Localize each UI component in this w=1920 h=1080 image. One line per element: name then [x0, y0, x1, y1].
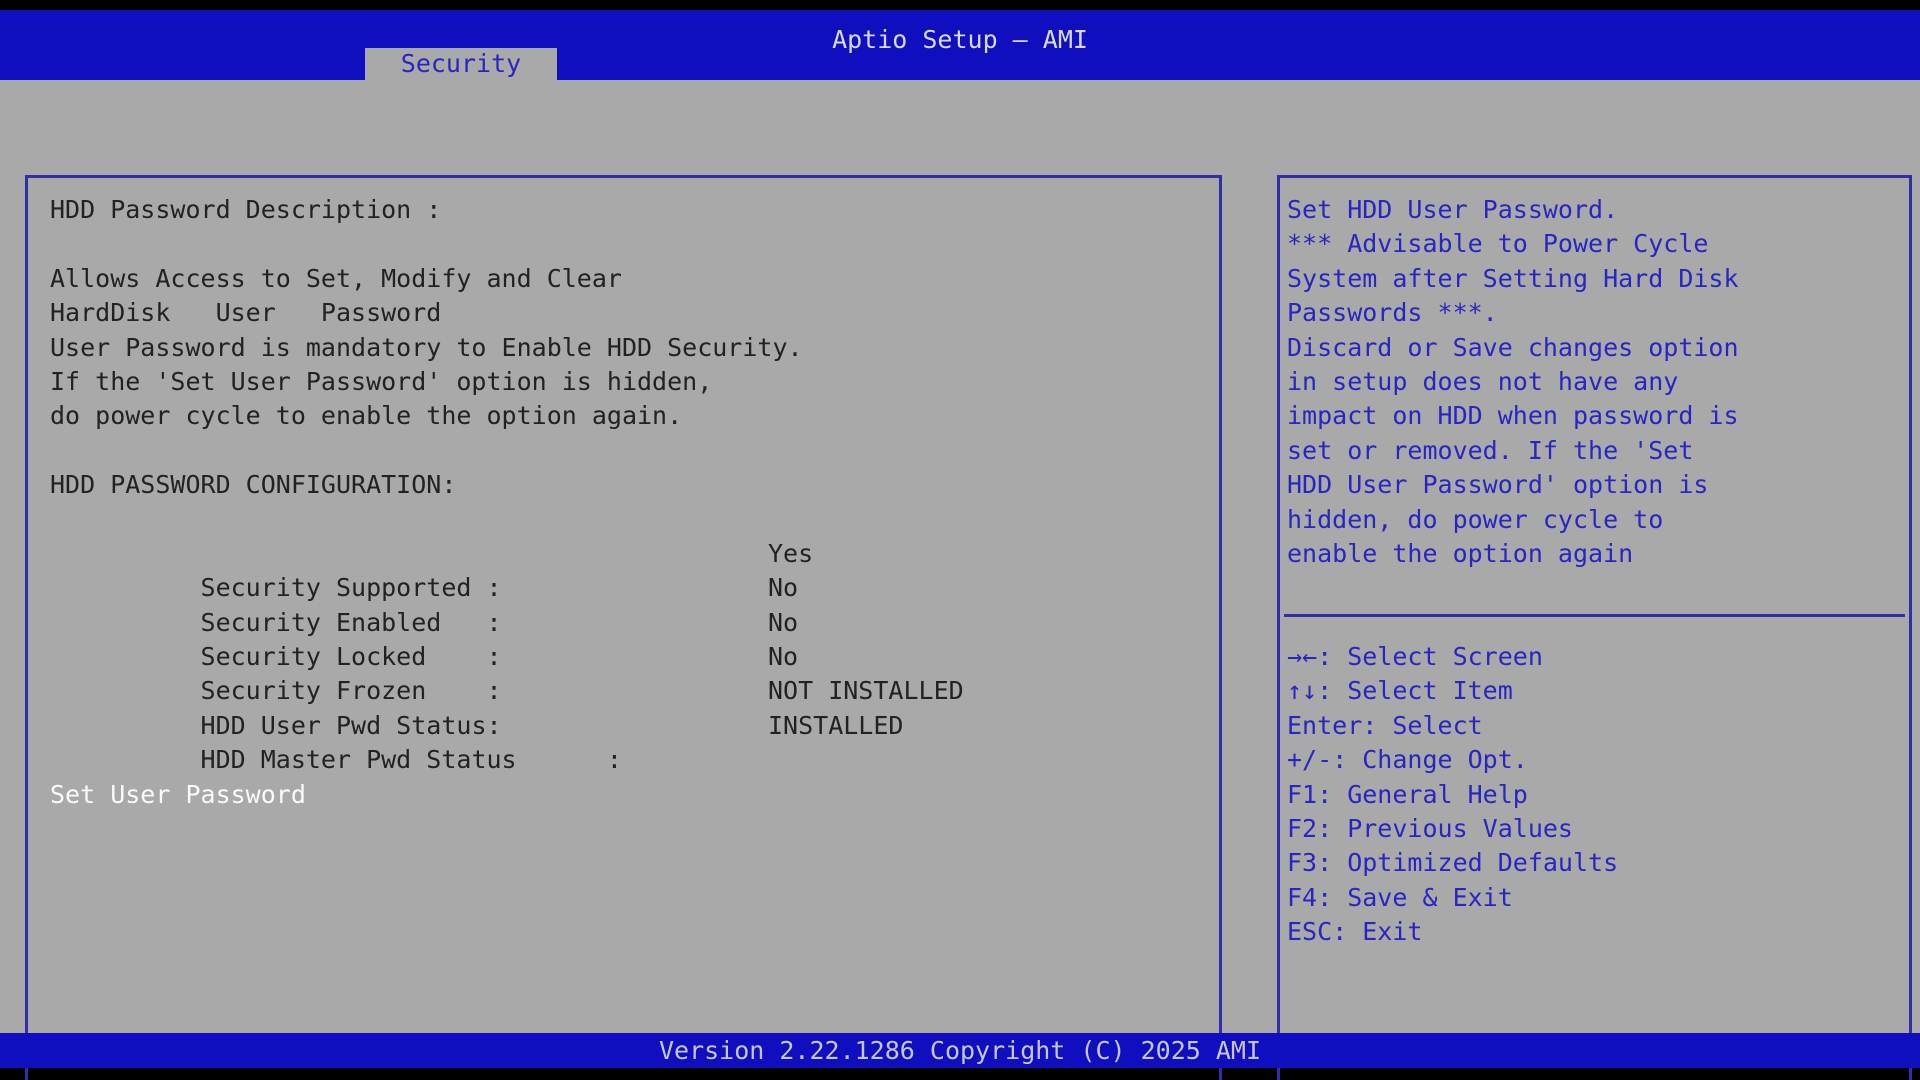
content-area: HDD Password Description : Allows Access…	[0, 80, 1920, 1033]
help-line: in setup does not have any	[1280, 365, 1907, 399]
help-line: set or removed. If the 'Set	[1280, 434, 1907, 468]
bios-setup-screen: Aptio Setup – AMI Security HDD Password …	[0, 0, 1920, 1080]
footer-band: Version 2.22.1286 Copyright (C) 2025 AMI	[0, 1033, 1920, 1068]
help-panel: Set HDD User Password. *** Advisable to …	[1277, 175, 1912, 1080]
description-line: HardDisk User Password	[28, 296, 1217, 330]
status-row: Security Enabled : No	[28, 571, 1217, 605]
key-legend-line: +/-: Change Opt.	[1280, 743, 1907, 777]
main-panel: HDD Password Description : Allows Access…	[25, 175, 1222, 1080]
key-legend-line: →←: Select Screen	[1280, 640, 1907, 674]
status-row: HDD User Pwd Status: NOT INSTALLED	[28, 674, 1217, 708]
status-row: Security Frozen : No	[28, 640, 1217, 674]
description-line: do power cycle to enable the option agai…	[28, 399, 1217, 433]
help-line: enable the option again	[1280, 537, 1907, 571]
status-row: HDD Master Pwd Status : INSTALLED	[28, 709, 1217, 743]
status-value: Yes	[768, 537, 813, 571]
description-heading: HDD Password Description :	[28, 193, 1217, 227]
help-line: hidden, do power cycle to	[1280, 503, 1907, 537]
page-title: Aptio Setup – AMI	[0, 24, 1920, 56]
status-value: INSTALLED	[768, 709, 903, 743]
status-value: NOT INSTALLED	[768, 674, 964, 708]
status-value: No	[768, 640, 798, 674]
key-legend-line: ↑↓: Select Item	[1280, 674, 1907, 708]
key-legend-line: F4: Save & Exit	[1280, 881, 1907, 915]
help-line: *** Advisable to Power Cycle	[1280, 227, 1907, 261]
help-line: Set HDD User Password.	[1280, 193, 1907, 227]
key-legend-line: F3: Optimized Defaults	[1280, 846, 1907, 880]
description-line: Allows Access to Set, Modify and Clear	[28, 262, 1217, 296]
spacer-row	[28, 743, 1217, 777]
spacer-row	[28, 227, 1217, 261]
description-line: If the 'Set User Password' option is hid…	[28, 365, 1217, 399]
status-row: Security Locked : No	[28, 606, 1217, 640]
spacer-row	[28, 503, 1217, 537]
main-panel-rows: HDD Password Description : Allows Access…	[28, 193, 1217, 812]
key-legend-line: F2: Previous Values	[1280, 812, 1907, 846]
help-line: Discard or Save changes option	[1280, 331, 1907, 365]
key-legend: →←: Select Screen ↑↓: Select Item Enter:…	[1280, 640, 1907, 950]
key-legend-line: Enter: Select	[1280, 709, 1907, 743]
status-value: No	[768, 571, 798, 605]
help-panel-divider	[1284, 614, 1905, 617]
menu-item-set-user-password[interactable]: Set User Password	[28, 778, 1217, 812]
help-line: System after Setting Hard Disk	[1280, 262, 1907, 296]
version-text: Version 2.22.1286 Copyright (C) 2025 AMI	[0, 1033, 1920, 1068]
status-row: Security Supported : Yes	[28, 537, 1217, 571]
status-value: No	[768, 606, 798, 640]
help-line: Passwords ***.	[1280, 296, 1907, 330]
help-line: HDD User Password' option is	[1280, 468, 1907, 502]
description-line: User Password is mandatory to Enable HDD…	[28, 331, 1217, 365]
header-band: Aptio Setup – AMI	[0, 10, 1920, 80]
spacer-row	[28, 434, 1217, 468]
help-line: impact on HDD when password is	[1280, 399, 1907, 433]
help-description: Set HDD User Password. *** Advisable to …	[1280, 193, 1907, 571]
tab-security[interactable]: Security	[365, 48, 557, 80]
key-legend-line: ESC: Exit	[1280, 915, 1907, 949]
configuration-heading: HDD PASSWORD CONFIGURATION:	[28, 468, 1217, 502]
key-legend-line: F1: General Help	[1280, 778, 1907, 812]
